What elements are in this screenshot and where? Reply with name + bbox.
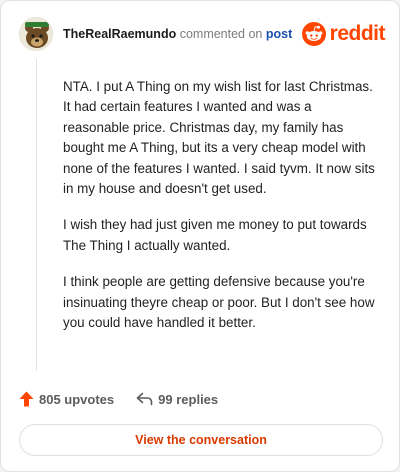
- username-link[interactable]: TheRealRaemundo: [63, 27, 176, 41]
- reddit-wordmark: reddit: [329, 22, 386, 45]
- comment-stats: 805 upvotes 99 replies: [19, 389, 218, 409]
- comment-paragraph: I wish they had just given me money to p…: [63, 217, 367, 253]
- view-conversation-button[interactable]: View the conversation: [19, 424, 383, 456]
- comment-paragraph: NTA. I put A Thing on my wish list for l…: [63, 79, 375, 197]
- user-avatar-icon[interactable]: [19, 17, 53, 51]
- upvotes-count: 805 upvotes: [39, 391, 115, 407]
- comment-card: TheRealRaemundo commented on post reddit…: [0, 0, 400, 472]
- replies-count: 99 replies: [158, 391, 219, 407]
- reddit-logo-icon: [301, 22, 326, 46]
- post-link[interactable]: post: [266, 27, 292, 41]
- thread-line: [36, 59, 37, 371]
- upvote-arrow-icon: [19, 391, 34, 407]
- replies-stat[interactable]: 99 replies: [136, 392, 218, 407]
- comment-header: TheRealRaemundo commented on post reddit: [19, 17, 386, 53]
- upvotes-stat[interactable]: 805 upvotes: [19, 391, 114, 407]
- reddit-brand[interactable]: reddit: [301, 21, 386, 47]
- comment-body: NTA. I put A Thing on my wish list for l…: [63, 77, 379, 349]
- reply-arrow-icon: [136, 392, 153, 406]
- comment-byline: TheRealRaemundo commented on post: [63, 27, 292, 42]
- byline-action-text: commented on: [179, 27, 263, 41]
- comment-paragraph: I think people are getting defensive bec…: [63, 274, 375, 331]
